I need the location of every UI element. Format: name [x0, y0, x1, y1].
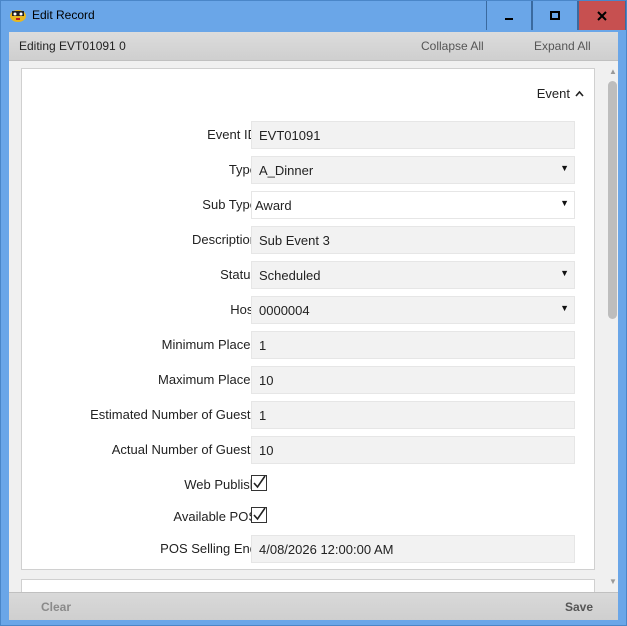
scroll-content: Event Event ID EVT01091 Type A_Dinner ▼ …: [9, 61, 618, 592]
client-area: Editing EVT01091 0 Collapse All Expand A…: [9, 32, 618, 620]
next-section-panel: [21, 579, 595, 592]
field-row-available-pos: Available POS: [22, 503, 594, 531]
select-value: A_Dinner: [259, 163, 314, 178]
field-row-actual-guests: Actual Number of Guests 10: [22, 436, 594, 464]
field-row-type: Type A_Dinner ▼: [22, 156, 594, 184]
actual-guests-field[interactable]: 10: [251, 436, 575, 464]
maximize-button[interactable]: [532, 1, 578, 30]
section-title: Event: [536, 86, 570, 101]
type-select[interactable]: A_Dinner ▼: [251, 156, 575, 184]
field-label: Sub Type: [202, 197, 257, 212]
dropdown-arrow-icon[interactable]: ▼: [560, 268, 569, 278]
maximum-places-field[interactable]: 10: [251, 366, 575, 394]
dropdown-arrow-icon[interactable]: ▼: [560, 163, 569, 173]
field-row-event-id: Event ID EVT01091: [22, 121, 594, 149]
field-label: POS Selling End: [160, 541, 257, 556]
field-label: Event ID: [207, 127, 257, 142]
maximize-icon: [550, 10, 560, 20]
event-id-field[interactable]: EVT01091: [251, 121, 575, 149]
collapse-all-button[interactable]: Collapse All: [421, 39, 484, 53]
field-row-web-publish: Web Publish: [22, 471, 594, 499]
field-row-host: Host 0000004 ▼: [22, 296, 594, 324]
estimated-guests-field[interactable]: 1: [251, 401, 575, 429]
close-button[interactable]: [578, 1, 626, 30]
pos-selling-end-field[interactable]: 4/08/2026 12:00:00 AM: [251, 535, 575, 563]
close-icon: [597, 10, 607, 21]
vertical-scrollbar[interactable]: ▲ ▼: [607, 61, 618, 592]
action-footer: Clear Save: [9, 592, 618, 620]
host-select[interactable]: 0000004 ▼: [251, 296, 575, 324]
field-row-sub-type: Sub Type Award ▼: [22, 191, 594, 219]
chevron-up-icon: [575, 90, 584, 97]
field-label: Web Publish: [184, 477, 257, 492]
scrollbar-thumb[interactable]: [608, 81, 617, 319]
field-row-estimated-guests: Estimated Number of Guests 1: [22, 401, 594, 429]
scroll-down-icon[interactable]: ▼: [609, 577, 617, 586]
scroll-up-icon[interactable]: ▲: [609, 67, 617, 76]
dropdown-arrow-icon[interactable]: ▼: [560, 198, 569, 208]
field-label: Estimated Number of Guests: [90, 407, 257, 422]
event-section-panel: Event Event ID EVT01091 Type A_Dinner ▼ …: [21, 68, 595, 570]
edit-record-window: Edit Record Editing EVT01091 0 Collapse …: [0, 0, 627, 626]
save-button[interactable]: Save: [565, 600, 593, 614]
web-publish-checkbox[interactable]: [251, 475, 267, 491]
event-section-header[interactable]: Event: [537, 86, 584, 101]
minimize-icon: [505, 17, 513, 20]
field-label: Maximum Places: [158, 372, 257, 387]
select-value: 0000004: [259, 303, 310, 318]
expand-all-button[interactable]: Expand All: [534, 39, 591, 53]
record-header: Editing EVT01091 0 Collapse All Expand A…: [9, 32, 618, 61]
title-bar[interactable]: Edit Record: [1, 1, 626, 32]
field-label: Description: [191, 232, 257, 247]
editing-label: Editing EVT01091 0: [19, 39, 126, 53]
clear-button[interactable]: Clear: [41, 600, 71, 614]
minimum-places-field[interactable]: 1: [251, 331, 575, 359]
field-row-maximum-places: Maximum Places 10: [22, 366, 594, 394]
sub-type-select[interactable]: Award ▼: [251, 191, 575, 219]
select-value: Scheduled: [259, 268, 321, 283]
minimize-button[interactable]: [486, 1, 532, 30]
field-label: Available POS: [173, 509, 257, 524]
window-title: Edit Record: [32, 8, 95, 22]
field-label: Minimum Places: [161, 337, 257, 352]
app-icon: [10, 10, 26, 22]
select-value: Award: [255, 198, 292, 213]
description-field[interactable]: Sub Event 3: [251, 226, 575, 254]
field-row-pos-selling-end: POS Selling End 4/08/2026 12:00:00 AM: [22, 535, 594, 563]
field-label: Actual Number of Guests: [111, 442, 257, 457]
available-pos-checkbox[interactable]: [251, 507, 267, 523]
status-select[interactable]: Scheduled ▼: [251, 261, 575, 289]
field-row-status: Status Scheduled ▼: [22, 261, 594, 289]
field-row-description: Description Sub Event 3: [22, 226, 594, 254]
dropdown-arrow-icon[interactable]: ▼: [560, 303, 569, 313]
field-row-minimum-places: Minimum Places 1: [22, 331, 594, 359]
